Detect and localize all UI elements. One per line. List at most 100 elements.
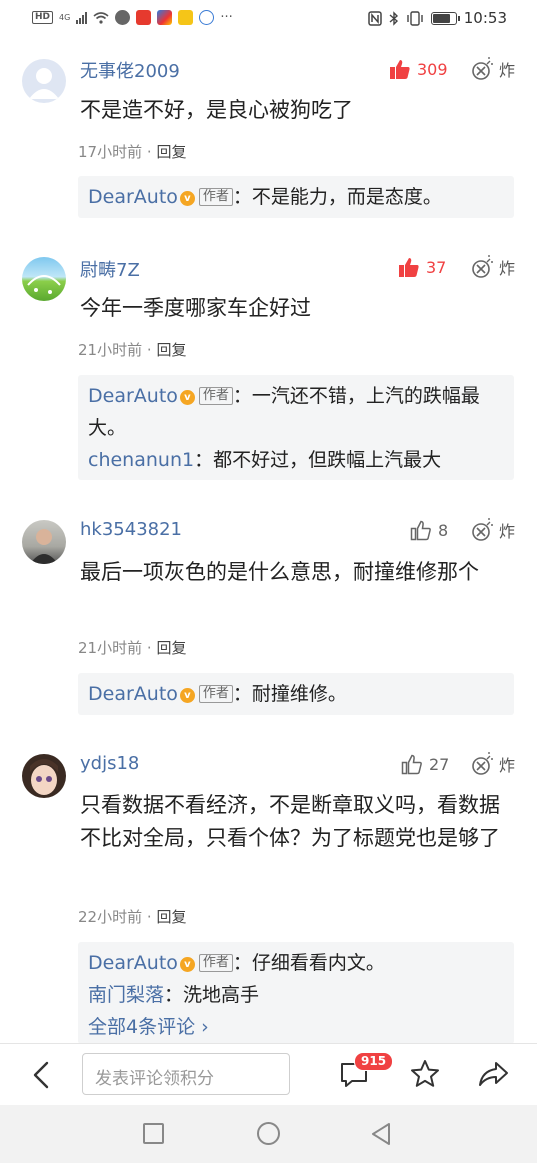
comment-count-badge: 915 (354, 1052, 394, 1071)
like-button[interactable]: 27 (401, 753, 449, 775)
reply-text: 耐撞维修。 (251, 683, 347, 705)
avatar[interactable] (22, 257, 66, 301)
comment-text: 今年一季度哪家车企好过 (80, 296, 311, 320)
comment-text: 不是造不好，是良心被狗吃了 (80, 98, 353, 122)
reply-box[interactable]: DearAuto v 作者 ：不是能力，而是态度。 (78, 176, 514, 218)
hd-icon: HD (32, 11, 54, 24)
reply-button[interactable]: 回复 (156, 341, 186, 359)
reply-box[interactable]: DearAuto v 作者 ：耐撞维修。 (78, 673, 514, 715)
verified-badge-icon: v (179, 957, 195, 972)
bomb-button[interactable]: 炸 (471, 518, 515, 542)
reply-separator: ： (232, 186, 252, 208)
author-tag: 作者 (198, 188, 233, 206)
like-count: 37 (426, 257, 447, 277)
reply-line: chenanun1：都不好过，但跌幅上汽最大 (88, 444, 504, 476)
comment-meta: 21小时前 · 回复 (78, 339, 186, 360)
reply-author-name[interactable]: 南门梨落 (88, 984, 164, 1006)
reply-box[interactable]: DearAuto v 作者 ：一汽还不错，上汽的跌幅最大。 chenanun1：都不好… (78, 375, 514, 480)
like-count: 27 (429, 754, 450, 774)
comment-username[interactable]: ydjs18 (80, 753, 139, 774)
bomb-label: 炸 (498, 61, 515, 80)
app-icon-1 (115, 10, 131, 25)
reply-author-name[interactable]: chenanun1 (88, 449, 194, 471)
like-button[interactable]: 309 (389, 58, 448, 80)
notes-app-icon (178, 10, 194, 25)
thumbs-up-filled-icon (399, 258, 419, 277)
network-type-label: 4G (59, 13, 71, 22)
reply-author-name[interactable]: DearAuto (88, 385, 178, 407)
news-app-icon (136, 10, 152, 25)
view-all-replies-link[interactable]: 全部4条评论 › (88, 1011, 504, 1043)
thumbs-up-outline-icon (410, 520, 431, 541)
bomb-label: 炸 (498, 756, 515, 775)
wifi-icon (93, 12, 109, 24)
reply-author-name[interactable]: DearAuto (88, 952, 178, 974)
reply-line: 南门梨落：洗地高手 (88, 979, 504, 1011)
avatar[interactable] (22, 59, 66, 103)
reply-button[interactable]: 回复 (156, 908, 186, 926)
reply-separator: ： (232, 683, 252, 705)
bottom-action-bar: 发表评论领积分 915 (0, 1043, 537, 1105)
signal-icon (76, 11, 88, 24)
back-arrow-icon[interactable] (28, 1060, 56, 1090)
bomb-label: 炸 (498, 259, 515, 278)
recent-apps-square-icon[interactable] (143, 1123, 164, 1144)
clock: 10:53 (463, 9, 507, 27)
verified-badge-icon: v (179, 390, 195, 405)
like-button[interactable]: 8 (410, 519, 448, 541)
bomb-button[interactable]: 炸 (471, 752, 515, 776)
share-arrow-icon[interactable] (476, 1058, 510, 1090)
bomb-icon (472, 255, 493, 278)
comment-username[interactable]: 尉畴7Z (80, 256, 140, 282)
comment-time: 21小时前 (78, 341, 143, 359)
avatar[interactable] (22, 754, 66, 798)
author-tag: 作者 (198, 387, 233, 405)
battery-icon (430, 11, 460, 25)
reply-separator: ： (194, 449, 214, 471)
vibrate-icon (407, 10, 423, 26)
comment-meta: 22小时前 · 回复 (78, 906, 186, 927)
paw-app-icon (199, 10, 215, 25)
reply-author-name[interactable]: DearAuto (88, 683, 178, 705)
meta-dot: · (146, 639, 152, 657)
bomb-icon (472, 518, 493, 541)
reply-separator: ： (232, 385, 252, 407)
reply-author-name[interactable]: DearAuto (88, 186, 178, 208)
comment-meta: 17小时前 · 回复 (78, 141, 186, 162)
verified-badge-icon: v (179, 191, 195, 206)
home-circle-icon[interactable] (257, 1122, 280, 1145)
bluetooth-icon (389, 10, 398, 26)
comment-username[interactable]: hk3543821 (80, 519, 182, 540)
meta-dot: · (146, 908, 152, 926)
thumbs-up-outline-icon (401, 754, 422, 775)
avatar[interactable] (22, 520, 66, 564)
comment-text: 最后一项灰色的是什么意思，耐撞维修那个 (80, 560, 479, 584)
browser-app-icon (157, 10, 173, 25)
author-tag: 作者 (198, 685, 233, 703)
bomb-button[interactable]: 炸 (471, 255, 515, 279)
reply-button[interactable]: 回复 (156, 143, 186, 161)
comment-input[interactable]: 发表评论领积分 (82, 1053, 290, 1095)
reply-text: 洗地高手 (183, 984, 260, 1006)
reply-line: DearAuto v 作者 ：一汽还不错，上汽的跌幅最大。 (88, 380, 504, 444)
reply-text: 仔细看看内文。 (251, 952, 385, 974)
bomb-icon (472, 57, 493, 80)
like-count: 8 (438, 520, 449, 540)
bomb-label: 炸 (498, 522, 515, 541)
bomb-icon (472, 752, 493, 775)
star-icon[interactable] (409, 1058, 441, 1090)
back-triangle-icon[interactable] (369, 1122, 393, 1146)
comment-time: 22小时前 (78, 908, 143, 926)
verified-badge-icon: v (179, 688, 195, 703)
author-tag: 作者 (198, 954, 233, 972)
comment-username[interactable]: 无事佬2009 (80, 57, 180, 83)
like-button[interactable]: 37 (398, 256, 446, 278)
reply-line: DearAuto v 作者 ：仔细看看内文。 (88, 947, 504, 979)
reply-text: 都不好过，但跌幅上汽最大 (213, 449, 442, 471)
comment-text: 只看数据不看经济，不是断章取义吗，看数据不比对全局，只看个体？为了标题党也是够了 (80, 793, 500, 850)
reply-button[interactable]: 回复 (156, 639, 186, 657)
comment-meta: 21小时前 · 回复 (78, 637, 186, 658)
bomb-button[interactable]: 炸 (471, 57, 515, 81)
reply-separator: ： (164, 984, 184, 1006)
reply-box[interactable]: DearAuto v 作者 ：仔细看看内文。 南门梨落：洗地高手 全部4条评论 › (78, 942, 514, 1044)
